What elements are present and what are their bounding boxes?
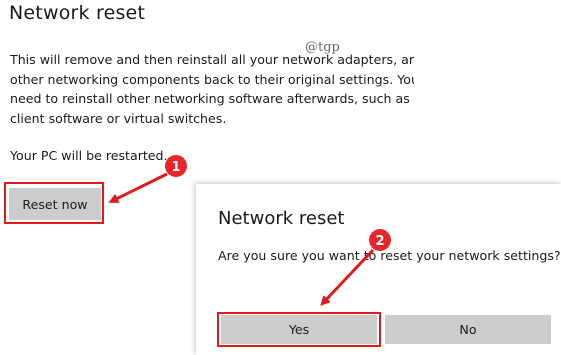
step1-arrow <box>108 172 168 203</box>
description-line: need to reinstall other networking softw… <box>10 91 414 107</box>
confirm-dialog: Network reset Are you sure you want to r… <box>196 184 561 355</box>
description-line: client software or virtual switches. <box>10 110 227 126</box>
description-line: other networking components back to thei… <box>10 71 414 87</box>
step1-badge <box>165 155 187 177</box>
dialog-title: Network reset <box>218 208 345 229</box>
page-title: Network reset <box>9 2 146 24</box>
dialog-message: Are you sure you want to reset your netw… <box>218 248 561 263</box>
description-line: This will remove and then reinstall all … <box>10 52 414 67</box>
step1-label: 1 <box>171 160 180 175</box>
description: This will remove and then reinstall all … <box>10 50 414 128</box>
restart-note: Your PC will be restarted. <box>10 148 168 163</box>
reset-now-button[interactable]: Reset now <box>9 188 101 220</box>
yes-button[interactable]: Yes <box>221 315 377 344</box>
no-button[interactable]: No <box>385 315 551 344</box>
